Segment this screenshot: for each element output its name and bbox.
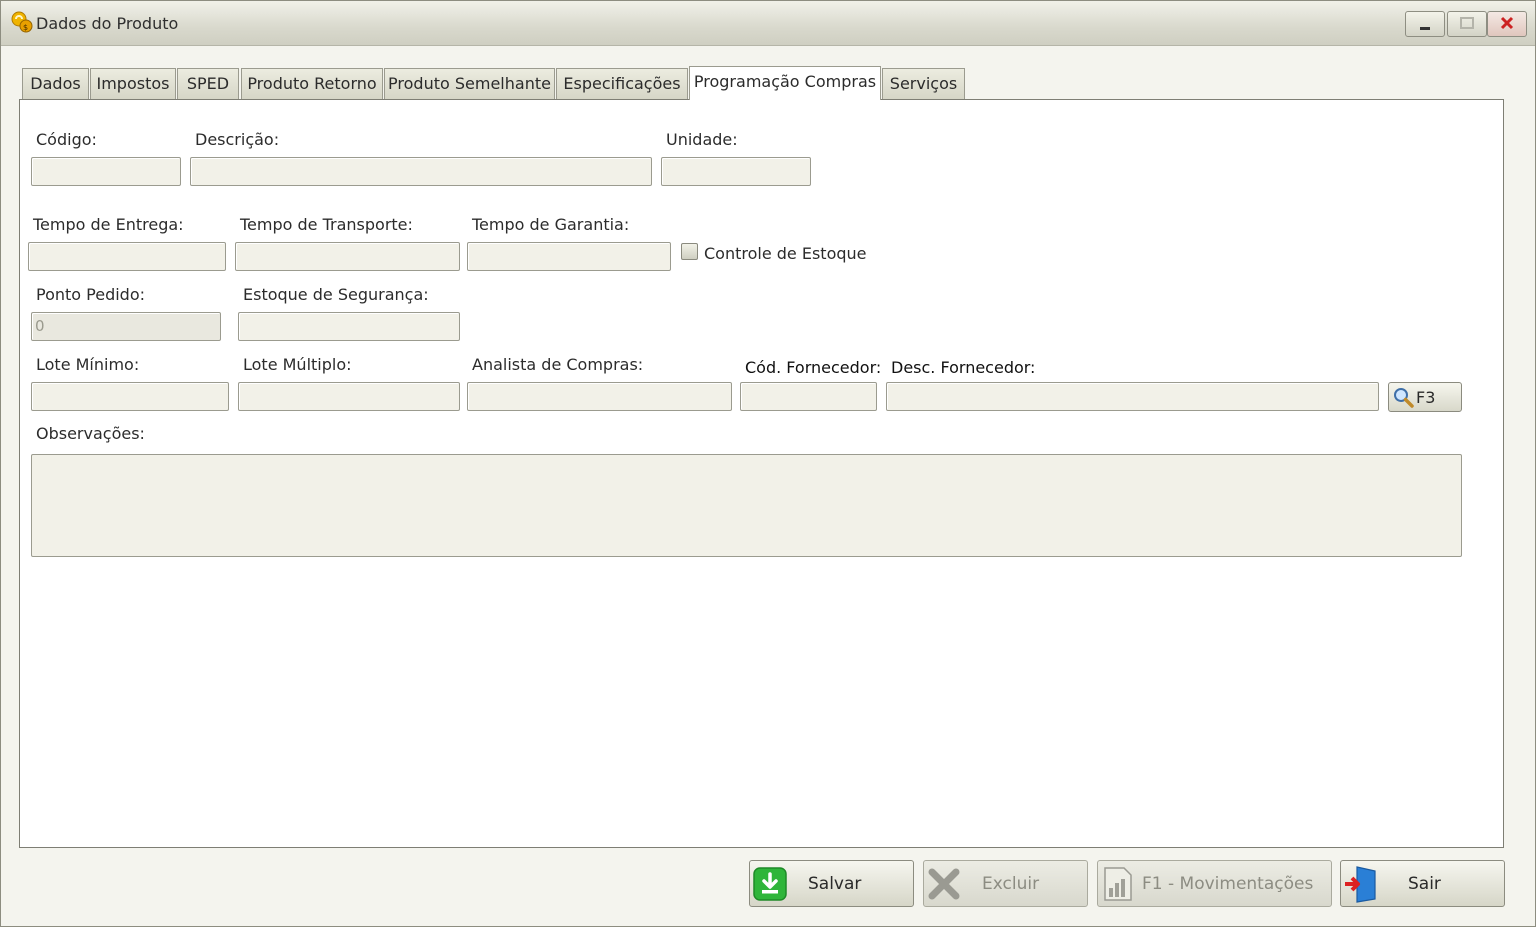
close-icon [1500,16,1514,30]
tab-label: Especificações [563,74,681,93]
exit-button-label: Sair [1408,874,1441,894]
desc-fornecedor-field[interactable] [886,382,1379,411]
tempo-garantia-label: Tempo de Garantia: [472,215,630,234]
tab-label: Serviços [889,74,958,93]
close-button[interactable] [1487,11,1527,37]
estoque-seguranca-label: Estoque de Segurança: [243,285,429,304]
tab-produto-retorno[interactable]: Produto Retorno [241,68,383,99]
estoque-seguranca-field[interactable] [238,312,460,341]
search-button-label: F3 [1416,388,1436,407]
app-logo-icon: $ [11,11,33,33]
controle-estoque-label[interactable]: Controle de Estoque [704,244,867,263]
magnifier-icon [1394,388,1414,408]
descricao-field[interactable] [190,157,652,186]
tempo-garantia-field[interactable] [467,242,671,271]
maximize-icon [1460,17,1474,29]
codigo-label: Código: [36,130,97,149]
analista-compras-label: Analista de Compras: [472,355,644,374]
tab-label: SPED [186,74,230,93]
save-button[interactable]: Salvar [749,860,914,907]
product-data-window: $ Dados do Produto Dados Impostos SPED P… [0,0,1536,927]
unidade-label: Unidade: [666,130,738,149]
tab-dados[interactable]: Dados [22,68,89,99]
tab-label: Dados [30,74,81,93]
minimize-icon [1420,27,1430,30]
movimentacoes-button-label: F1 - Movimentações [1142,874,1314,894]
lote-minimo-label: Lote Mínimo: [36,355,140,374]
tab-label: Programação Compras [693,72,877,91]
movimentacoes-button[interactable]: F1 - Movimentações [1097,860,1332,907]
tab-label: Produto Semelhante [388,74,551,93]
ponto-pedido-label: Ponto Pedido: [36,285,146,304]
controle-estoque-checkbox[interactable] [681,243,698,260]
tempo-transporte-label: Tempo de Transporte: [240,215,413,234]
observacoes-textarea[interactable] [31,454,1462,557]
codigo-field[interactable] [31,157,181,186]
unidade-field[interactable] [661,157,811,186]
tab-especificacoes[interactable]: Especificações [556,68,688,99]
x-gray-icon [928,868,960,900]
tab-produto-semelhante[interactable]: Produto Semelhante [384,68,555,99]
lote-multiplo-label: Lote Múltiplo: [243,355,352,374]
save-button-label: Salvar [808,874,862,894]
delete-button-label: Excluir [982,874,1040,894]
lote-minimo-field[interactable] [31,382,229,411]
download-green-icon [753,867,787,901]
descricao-label: Descrição: [195,130,280,149]
observacoes-label: Observações: [36,424,145,443]
cod-fornecedor-field[interactable] [740,382,877,411]
cod-fornecedor-label: Cód. Fornecedor: [745,358,882,377]
tab-servicos[interactable]: Serviços [882,68,965,99]
desc-fornecedor-label: Desc. Fornecedor: [891,358,1036,377]
minimize-button[interactable] [1405,11,1445,37]
lote-multiplo-field[interactable] [238,382,460,411]
report-chart-icon [1104,867,1132,901]
search-supplier-button[interactable]: F3 [1388,382,1462,412]
svg-text:$: $ [23,23,28,32]
tab-label: Produto Retorno [247,74,377,93]
maximize-button[interactable] [1447,11,1487,37]
analista-compras-field[interactable] [467,382,732,411]
tab-programacao-compras[interactable]: Programação Compras [689,66,881,100]
tab-label: Impostos [96,74,170,93]
ponto-pedido-field[interactable]: 0 [31,312,221,341]
title-bar[interactable]: $ Dados do Produto [1,1,1535,46]
tempo-entrega-label: Tempo de Entrega: [33,215,184,234]
tempo-entrega-field[interactable] [28,242,226,271]
window-title: Dados do Produto [36,14,179,33]
tempo-transporte-field[interactable] [235,242,460,271]
tab-sped[interactable]: SPED [177,68,239,99]
exit-door-icon [1345,866,1376,903]
exit-button[interactable]: Sair [1340,860,1505,907]
delete-button[interactable]: Excluir [923,860,1088,907]
tab-impostos[interactable]: Impostos [90,68,176,99]
